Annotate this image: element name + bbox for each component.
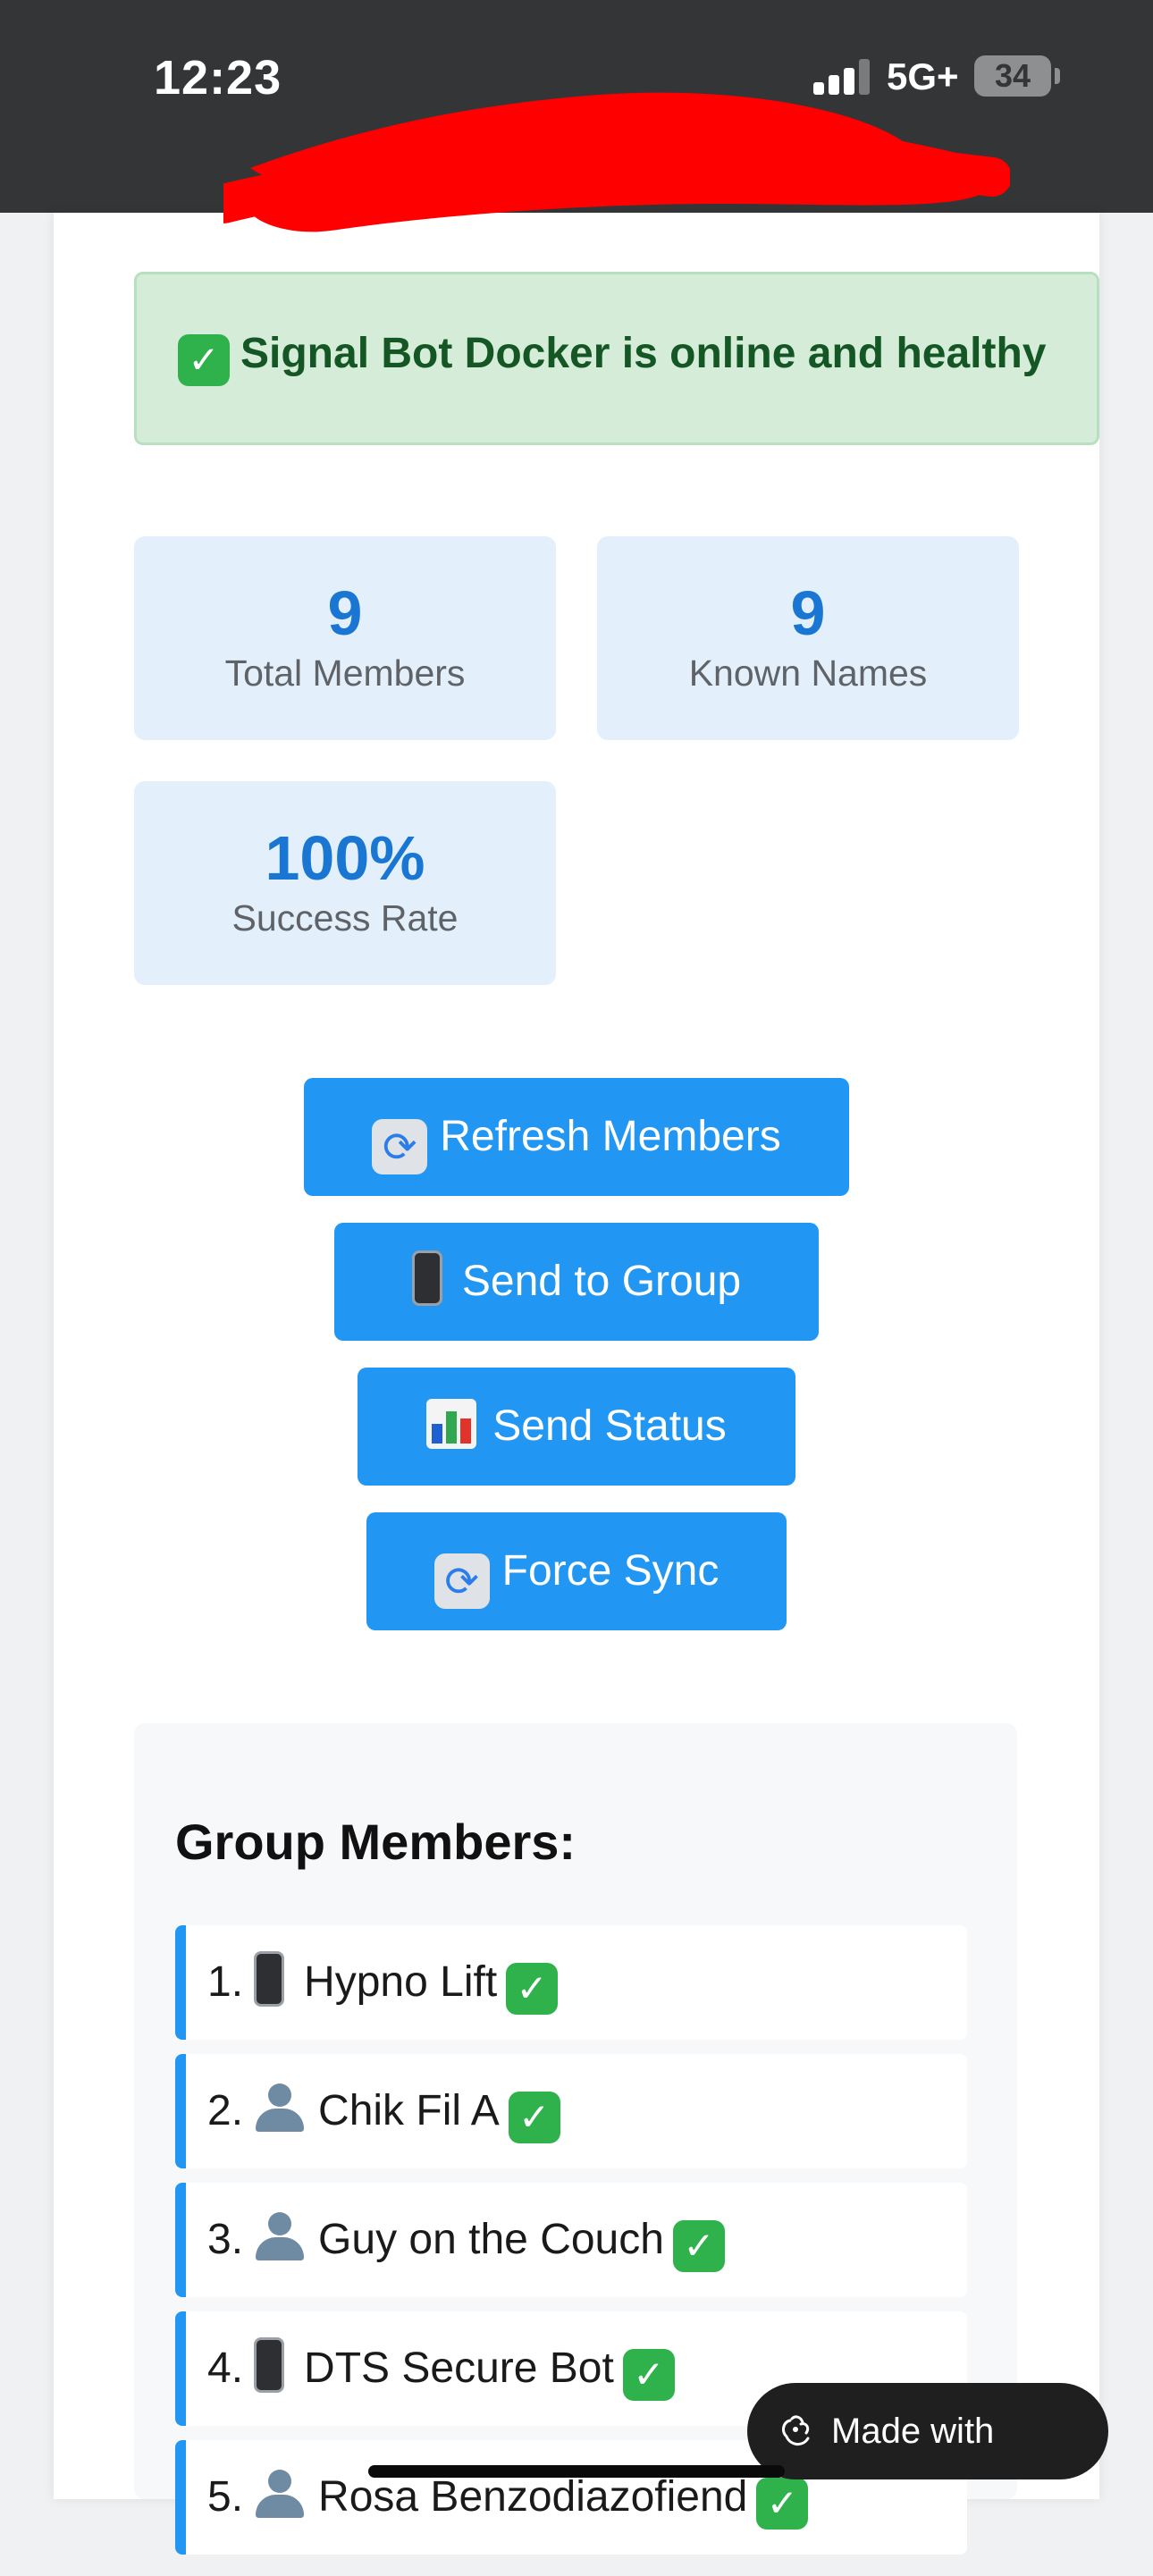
check-mark-icon: ✓ [508, 2092, 560, 2143]
member-name: Hypno Lift [304, 1958, 498, 2006]
stat-value: 9 [790, 578, 826, 648]
person-icon [254, 2212, 306, 2260]
check-mark-icon: ✓ [672, 2220, 725, 2272]
person-icon [254, 2470, 306, 2518]
member-number: 1. [207, 1958, 244, 2006]
phone-icon [411, 1250, 442, 1306]
member-name: Rosa Benzodiazofiend [318, 2473, 748, 2521]
member-name: DTS Secure Bot [304, 2344, 614, 2392]
alert-text: Signal Bot Docker is online and healthy [240, 330, 1047, 377]
members-title: Group Members: [175, 1814, 576, 1870]
home-indicator[interactable] [368, 2465, 785, 2478]
member-number: 5. [207, 2473, 244, 2521]
member-number: 2. [207, 2087, 244, 2134]
force-sync-label: Force Sync [501, 1547, 720, 1595]
member-item[interactable]: 2. Chik Fil A ✓ [175, 2054, 967, 2168]
member-item[interactable]: 3. Guy on the Couch ✓ [175, 2183, 967, 2297]
phone-icon [254, 2337, 285, 2393]
member-number: 4. [207, 2344, 244, 2392]
made-with-manus-label: Made with Manus [831, 2412, 995, 2547]
person-icon [254, 2084, 306, 2132]
stat-success-rate: 100% Success Rate [134, 781, 556, 985]
send-status-button[interactable]: Send Status [358, 1368, 795, 1486]
send-to-group-button[interactable]: Send to Group [334, 1223, 819, 1341]
send-status-label: Send Status [492, 1402, 727, 1450]
check-mark-icon: ✓ [622, 2349, 675, 2401]
member-number: 3. [207, 2216, 244, 2263]
refresh-icon: ⟳ [372, 1119, 428, 1174]
stat-value: 100% [265, 823, 425, 893]
member-name: Chik Fil A [318, 2087, 500, 2134]
manus-logo-icon [782, 2415, 810, 2446]
check-mark-icon: ✓ [756, 2478, 809, 2530]
stat-label: Success Rate [231, 897, 459, 939]
stat-value: 9 [327, 578, 363, 648]
member-name: Guy on the Couch [318, 2216, 664, 2263]
member-item[interactable]: 1. Hypno Lift ✓ [175, 1925, 967, 2040]
stat-label: Known Names [688, 652, 928, 694]
sync-icon: ⟳ [433, 1553, 490, 1609]
stat-label: Total Members [224, 652, 466, 694]
bar-chart-icon [426, 1399, 477, 1449]
refresh-members-label: Refresh Members [440, 1113, 781, 1160]
phone-icon [254, 1951, 285, 2007]
stat-total-members: 9 Total Members [134, 536, 556, 740]
send-to-group-label: Send to Group [461, 1258, 742, 1305]
refresh-members-button[interactable]: ⟳ Refresh Members [304, 1078, 849, 1196]
stat-known-names: 9 Known Names [597, 536, 1019, 740]
check-mark-icon: ✓ [178, 334, 230, 386]
redaction-scribble [223, 92, 1010, 232]
made-with-manus-badge[interactable]: Made with Manus [747, 2383, 1108, 2547]
battery-tip [1055, 68, 1060, 84]
check-mark-icon: ✓ [506, 1963, 559, 2015]
status-alert: ✓ Signal Bot Docker is online and healthy [134, 272, 1099, 445]
force-sync-button[interactable]: ⟳ Force Sync [366, 1512, 787, 1630]
